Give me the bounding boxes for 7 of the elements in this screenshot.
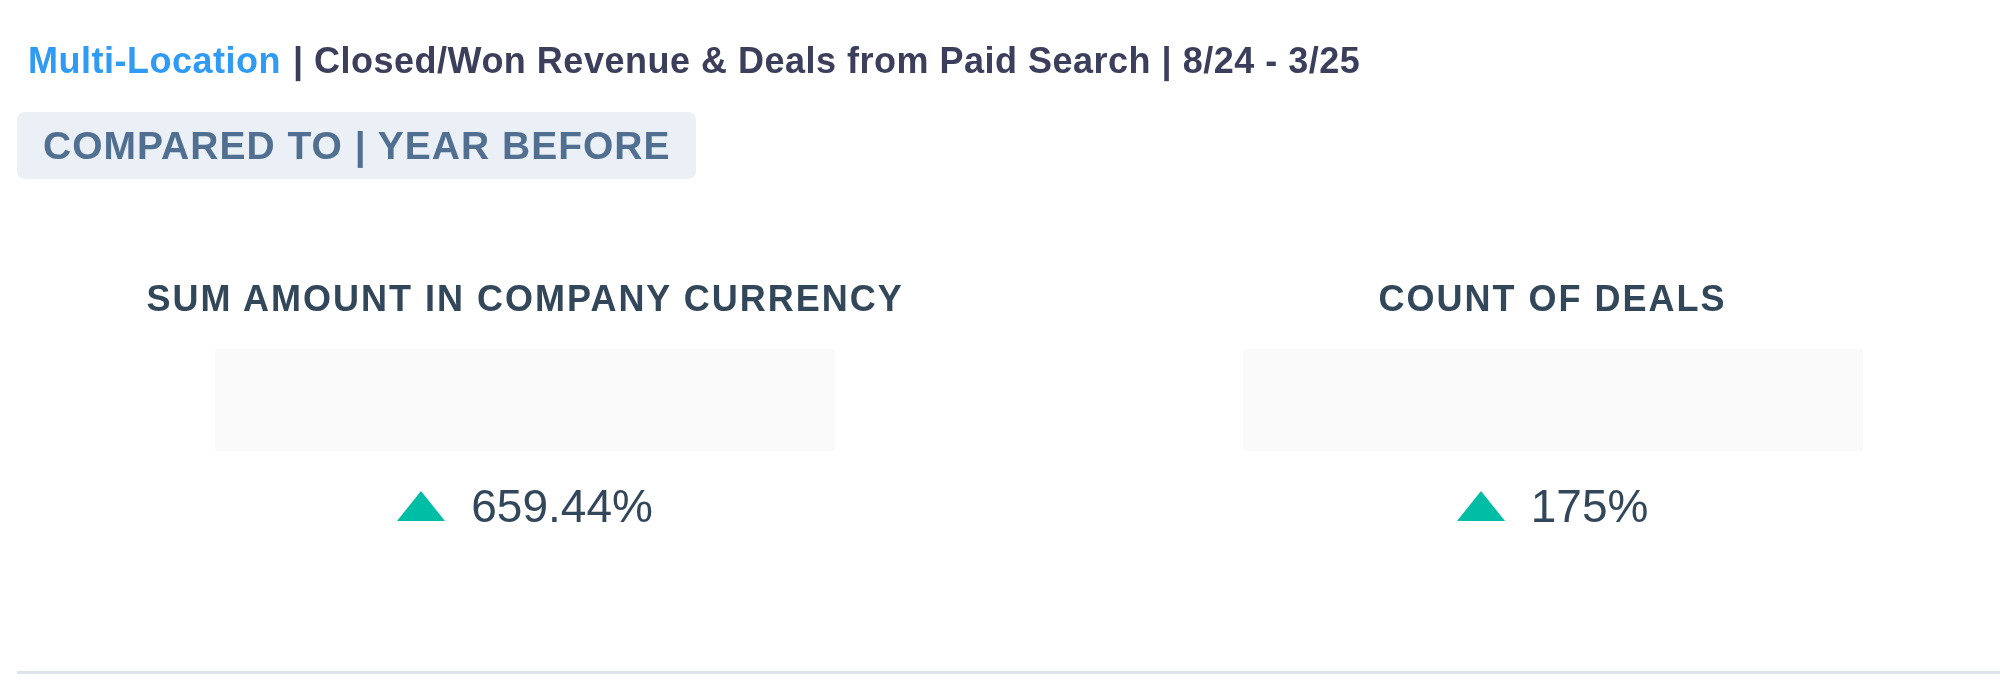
percent-change: 659.44% — [471, 479, 653, 533]
comparison-badge: COMPARED TO | YEAR BEFORE — [17, 112, 697, 179]
percent-change: 175% — [1530, 479, 1649, 533]
report-link[interactable]: Multi-Location — [28, 34, 281, 88]
metric-label: COUNT OF DEALS — [1378, 277, 1727, 321]
report-title: | Closed/Won Revenue & Deals from Paid Search | 8/24 - 3/25 — [292, 39, 1361, 84]
metric-label: SUM AMOUNT IN COMPANY CURRENCY — [146, 277, 904, 321]
